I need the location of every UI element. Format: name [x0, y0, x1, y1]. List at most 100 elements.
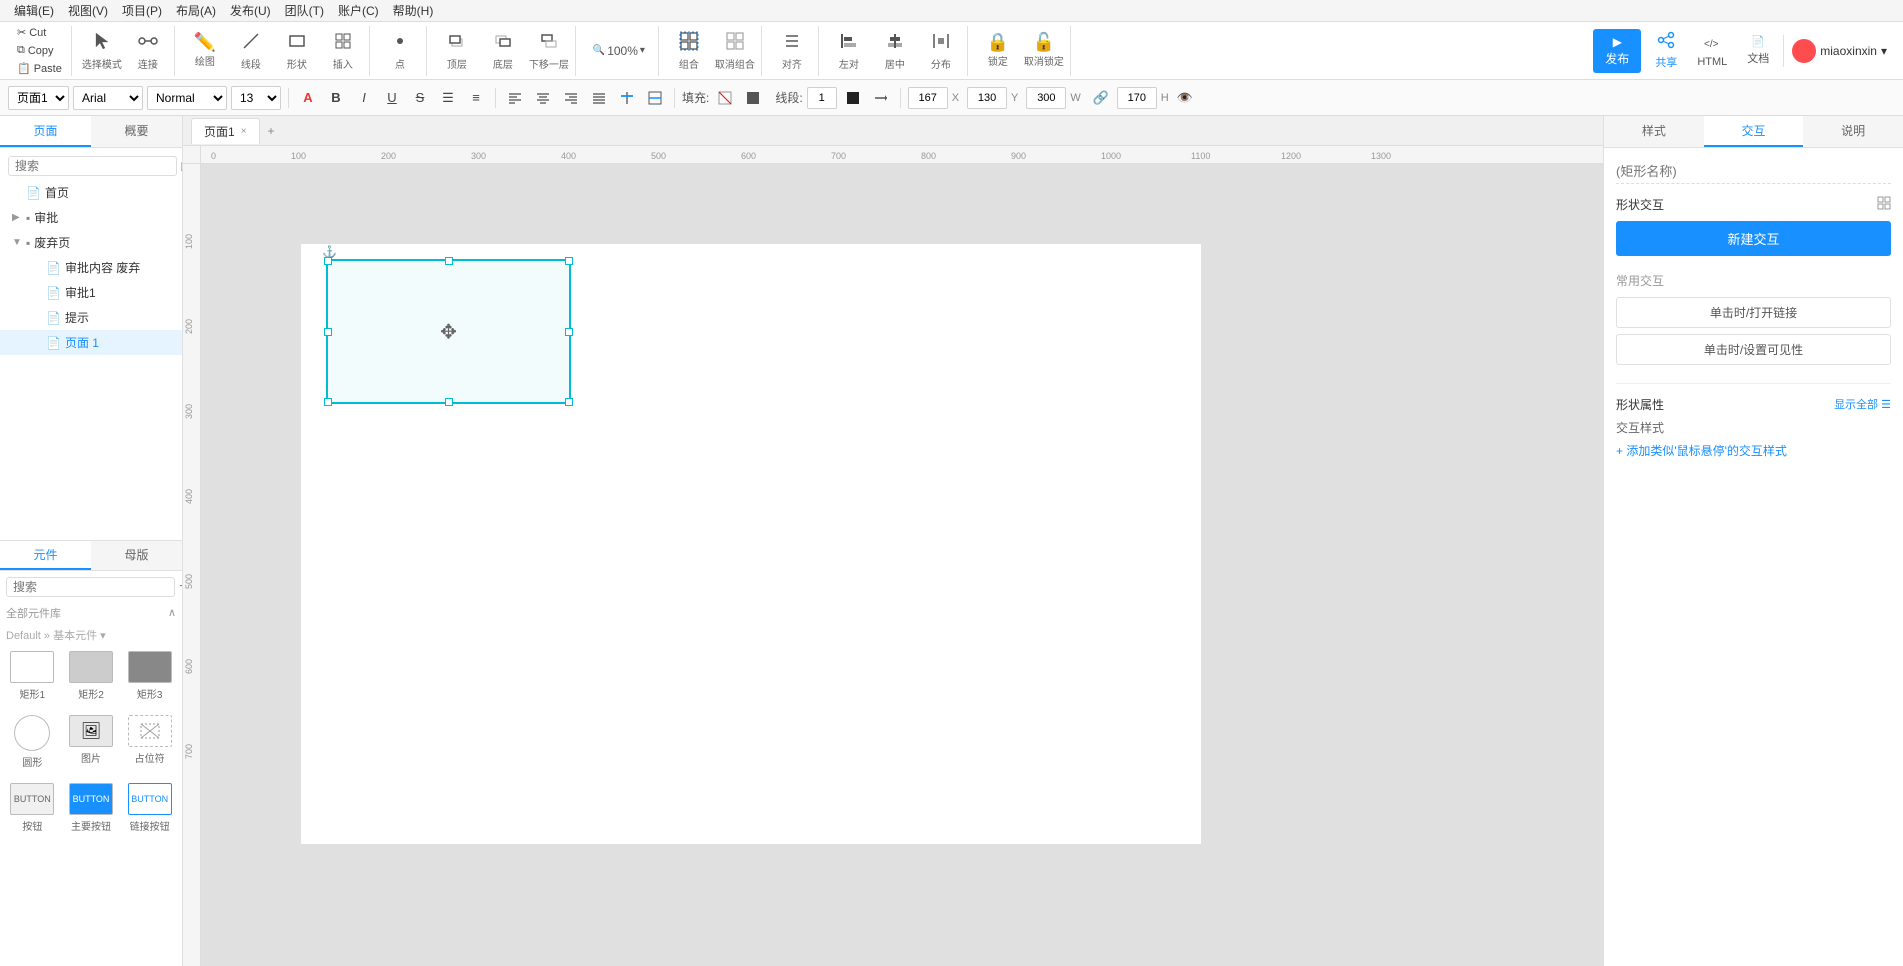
- draw-button[interactable]: ✏️ 绘图: [183, 29, 227, 73]
- add-interaction-style-button[interactable]: + 添加类似'鼠标悬停'的交互样式: [1616, 442, 1891, 459]
- menu-publish[interactable]: 发布(U): [224, 0, 277, 21]
- center-align-button[interactable]: 居中: [873, 29, 917, 73]
- menu-layout[interactable]: 布局(A): [170, 0, 222, 21]
- bold-button[interactable]: B: [324, 86, 348, 110]
- insert-button[interactable]: 插入: [321, 29, 365, 73]
- ordered-list-button[interactable]: ≡: [464, 86, 488, 110]
- tab-style[interactable]: 样式: [1604, 116, 1704, 147]
- align-button[interactable]: 对齐: [770, 29, 814, 73]
- resize-handle-tl[interactable]: [324, 257, 332, 265]
- lock-ratio-button[interactable]: 🔗: [1089, 86, 1113, 110]
- resize-handle-bm[interactable]: [445, 398, 453, 406]
- stroke-color-button[interactable]: [841, 86, 865, 110]
- text-align-top-button[interactable]: [615, 86, 639, 110]
- zoom-button[interactable]: 🔍 100% ▾: [584, 29, 654, 73]
- show-all-button[interactable]: 显示全部 ☰: [1834, 396, 1891, 413]
- x-input[interactable]: [908, 87, 948, 109]
- doc-button[interactable]: 📄 文档: [1741, 31, 1775, 70]
- add-canvas-tab-icon[interactable]: +: [260, 118, 283, 144]
- tree-item-approval1[interactable]: 📄 审批1: [0, 280, 182, 305]
- html-button[interactable]: </> HTML: [1691, 29, 1733, 72]
- menu-team[interactable]: 团队(T): [279, 0, 330, 21]
- comp-image[interactable]: 🖼 图片: [65, 711, 118, 773]
- text-overflow-button[interactable]: [643, 86, 667, 110]
- fill-color-button[interactable]: [741, 86, 765, 110]
- unlock-button[interactable]: 🔓 取消锁定: [1022, 29, 1066, 73]
- tree-item-approval[interactable]: ▶ ▪ 审批: [0, 205, 182, 230]
- point-button[interactable]: 点: [378, 29, 422, 73]
- italic-button[interactable]: I: [352, 86, 376, 110]
- comp-primary-button[interactable]: BUTTON 主要按钮: [65, 779, 118, 837]
- shape-button[interactable]: 形状: [275, 29, 319, 73]
- selected-rectangle[interactable]: ⚓ ✥: [326, 259, 571, 404]
- group-button[interactable]: 组合: [667, 29, 711, 73]
- comp-circle[interactable]: 圆形: [6, 711, 59, 773]
- menu-view[interactable]: 视图(V): [62, 0, 114, 21]
- canvas-content[interactable]: ⚓ ✥: [201, 164, 1603, 966]
- comp-collapse-icon[interactable]: ∧: [168, 606, 176, 619]
- tab-notes[interactable]: 说明: [1803, 116, 1903, 147]
- tree-item-home[interactable]: 📄 首页: [0, 180, 182, 205]
- underline-button[interactable]: U: [380, 86, 404, 110]
- menu-project[interactable]: 项目(P): [116, 0, 168, 21]
- shape-name-input[interactable]: [1616, 160, 1891, 184]
- comp-search-input[interactable]: [6, 577, 175, 597]
- comp-rect2[interactable]: 矩形2: [65, 647, 118, 705]
- y-input[interactable]: [967, 87, 1007, 109]
- line-button[interactable]: 线段: [229, 29, 273, 73]
- tree-item-approval-content[interactable]: 📄 审批内容 废弃: [0, 255, 182, 280]
- user-menu[interactable]: miaoxinxin ▾: [1783, 35, 1895, 67]
- comp-section-sub[interactable]: Default » 基本元件 ▾: [6, 625, 176, 647]
- text-color-button[interactable]: A: [296, 86, 320, 110]
- resize-handle-br[interactable]: [565, 398, 573, 406]
- menu-account[interactable]: 账户(C): [332, 0, 385, 21]
- add-comp-icon[interactable]: +: [179, 578, 182, 596]
- move-down-button[interactable]: 下移一层: [527, 29, 571, 73]
- h-input[interactable]: [1117, 87, 1157, 109]
- tab-components[interactable]: 元件: [0, 541, 91, 570]
- strikethrough-button[interactable]: S: [408, 86, 432, 110]
- distribute-button[interactable]: 分布: [919, 29, 963, 73]
- resize-handle-bl[interactable]: [324, 398, 332, 406]
- left-align-button[interactable]: 左对: [827, 29, 871, 73]
- share-button[interactable]: 共享: [1649, 27, 1683, 74]
- resize-handle-mr[interactable]: [565, 328, 573, 336]
- style-select[interactable]: Normal: [147, 86, 227, 110]
- set-visibility-button[interactable]: 单击时/设置可见性: [1616, 334, 1891, 365]
- close-tab-icon[interactable]: ×: [241, 126, 247, 137]
- publish-button[interactable]: ▶ 发布: [1593, 29, 1641, 73]
- tab-pages[interactable]: 页面: [0, 116, 91, 147]
- visibility-button[interactable]: 👁️: [1173, 86, 1197, 110]
- tab-outline[interactable]: 概要: [91, 116, 182, 147]
- ungroup-button[interactable]: 取消组合: [713, 29, 757, 73]
- menu-help[interactable]: 帮助(H): [387, 0, 440, 21]
- size-select[interactable]: 13: [231, 86, 281, 110]
- paste-button[interactable]: 📋 Paste: [12, 60, 67, 77]
- connect-button[interactable]: 连接: [126, 29, 170, 73]
- comp-rect3[interactable]: 矩形3: [123, 647, 176, 705]
- canvas-tab-page1[interactable]: 页面1 ×: [191, 118, 260, 144]
- tree-item-page1[interactable]: 📄 页面 1: [0, 330, 182, 355]
- open-link-button[interactable]: 单击时/打开链接: [1616, 297, 1891, 328]
- new-interaction-button[interactable]: 新建交互: [1616, 221, 1891, 256]
- top-layer-button[interactable]: 顶层: [435, 29, 479, 73]
- fill-empty-button[interactable]: [713, 86, 737, 110]
- move-handle[interactable]: ✥: [440, 319, 457, 344]
- comp-button[interactable]: BUTTON 按钮: [6, 779, 59, 837]
- lock-button[interactable]: 🔒 锁定: [976, 29, 1020, 73]
- tree-search-input[interactable]: [8, 156, 177, 176]
- page-select[interactable]: 页面1: [8, 86, 69, 110]
- resize-handle-tm[interactable]: [445, 257, 453, 265]
- copy-button[interactable]: ⧉ Copy: [12, 42, 67, 59]
- bottom-layer-button[interactable]: 底层: [481, 29, 525, 73]
- resize-handle-ml[interactable]: [324, 328, 332, 336]
- select-mode-button[interactable]: 选择模式: [80, 29, 124, 73]
- comp-link-button[interactable]: BUTTON 链接按钮: [123, 779, 176, 837]
- expand-section-icon[interactable]: [1877, 196, 1891, 213]
- w-input[interactable]: [1026, 87, 1066, 109]
- cut-button[interactable]: ✂ cut Cut: [12, 24, 67, 41]
- comp-placeholder[interactable]: 占位符: [123, 711, 176, 773]
- comp-rect1[interactable]: 矩形1: [6, 647, 59, 705]
- add-page-icon[interactable]: □: [181, 158, 182, 175]
- text-align-center-button[interactable]: [531, 86, 555, 110]
